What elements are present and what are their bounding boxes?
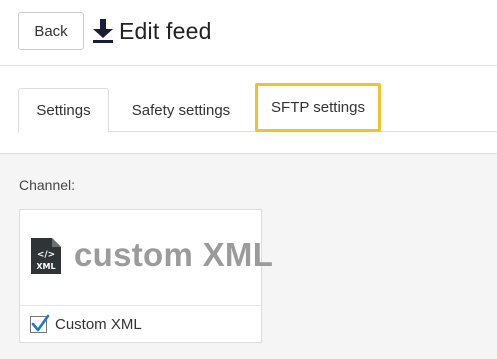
tab-settings[interactable]: Settings	[18, 88, 109, 133]
tab-sftp-settings[interactable]: SFTP settings	[255, 83, 381, 132]
custom-xml-checkbox[interactable]	[30, 314, 50, 333]
svg-text:</>: </>	[37, 250, 55, 260]
download-icon	[92, 18, 114, 44]
tab-safety-settings[interactable]: Safety settings	[114, 88, 248, 132]
card-divider	[20, 305, 261, 306]
xml-file-icon: </> XML	[30, 237, 62, 275]
checkmark-icon	[31, 314, 50, 332]
xml-icon-text: XML	[36, 262, 55, 271]
custom-xml-label: Custom XML	[55, 316, 142, 333]
back-button[interactable]: Back	[18, 12, 84, 50]
channel-label: Channel:	[19, 177, 76, 193]
page-header: Back Edit feed	[0, 0, 497, 66]
page-title-group: Edit feed	[92, 14, 212, 48]
page-title: Edit feed	[119, 17, 212, 44]
channel-logo-text: custom XML	[74, 236, 274, 273]
channel-card[interactable]: </> XML custom XML Custom XML	[19, 209, 273, 343]
